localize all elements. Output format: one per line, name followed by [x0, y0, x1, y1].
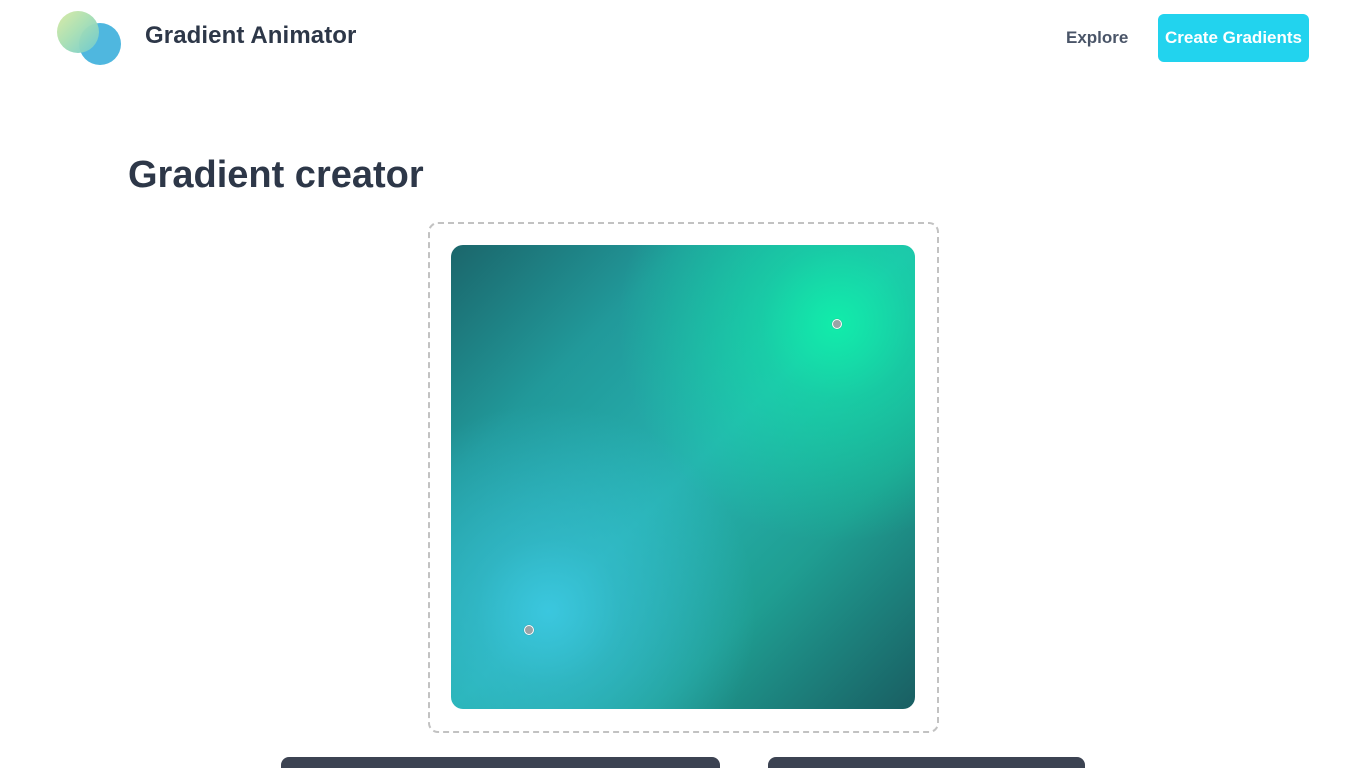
controls-panel-left[interactable] [281, 757, 720, 768]
page-title: Gradient creator [128, 154, 424, 196]
controls-panel-right[interactable] [768, 757, 1085, 768]
gradient-canvas[interactable] [451, 245, 915, 709]
color-stop-handle-bottom-left[interactable] [524, 625, 534, 635]
top-header: Gradient Animator Explore Create Gradien… [0, 0, 1366, 76]
logo-circle-front [57, 11, 99, 53]
logo-icon[interactable] [57, 11, 123, 67]
color-stop-handle-top-right[interactable] [832, 319, 842, 329]
nav-explore-link[interactable]: Explore [1066, 28, 1128, 48]
brand-name[interactable]: Gradient Animator [145, 22, 357, 50]
create-gradients-button[interactable]: Create Gradients [1158, 14, 1309, 62]
